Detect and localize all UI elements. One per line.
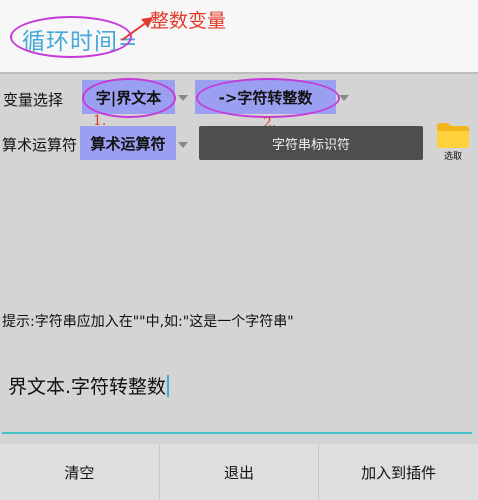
chevron-down-icon[interactable]: [178, 142, 188, 148]
footer-bar: 清空 退出 加入到插件: [0, 444, 478, 500]
clear-button[interactable]: 清空: [0, 444, 160, 500]
chevron-down-icon[interactable]: [339, 95, 349, 101]
expression-text: 界文本.字符转整数: [8, 376, 167, 398]
add-to-plugin-button[interactable]: 加入到插件: [319, 444, 478, 500]
expression-field[interactable]: 界文本.字符转整数: [8, 372, 170, 399]
string-identifier-button[interactable]: 字符串标识符: [199, 126, 423, 160]
conversion-dropdown[interactable]: ->字符转整数: [195, 80, 336, 114]
variable-dropdown[interactable]: 字|界文本: [82, 80, 175, 114]
conversion-dropdown-value: ->字符转整数: [218, 88, 313, 107]
folder-icon: [437, 123, 469, 148]
pick-button[interactable]: 选取: [436, 121, 470, 163]
expression-underline: [2, 432, 472, 434]
variable-select-label: 变量选择: [3, 91, 64, 109]
operator-dropdown-value: 算术运算符: [90, 134, 166, 153]
variable-input[interactable]: 循环时间=: [8, 8, 473, 68]
text-cursor: [167, 375, 170, 397]
chevron-down-icon[interactable]: [178, 95, 188, 101]
operator-dropdown[interactable]: 算术运算符: [80, 126, 176, 160]
operator-label: 算术运算符: [2, 136, 78, 154]
top-bar: 循环时间= 整数变量: [0, 0, 478, 74]
string-identifier-button-label: 字符串标识符: [271, 137, 350, 153]
hint-text: 提示:字符串应加入在""中,如:"这是一个字符串": [2, 314, 294, 330]
integer-variable-note: 整数变量: [150, 10, 227, 32]
clear-button-label: 清空: [64, 463, 95, 482]
add-to-plugin-button-label: 加入到插件: [361, 463, 437, 482]
exit-button-label: 退出: [224, 463, 255, 482]
arrow-annotation-icon: [121, 17, 153, 41]
pick-label: 选取: [443, 152, 462, 162]
variable-dropdown-value: 字|界文本: [95, 88, 162, 107]
exit-button[interactable]: 退出: [159, 444, 320, 500]
